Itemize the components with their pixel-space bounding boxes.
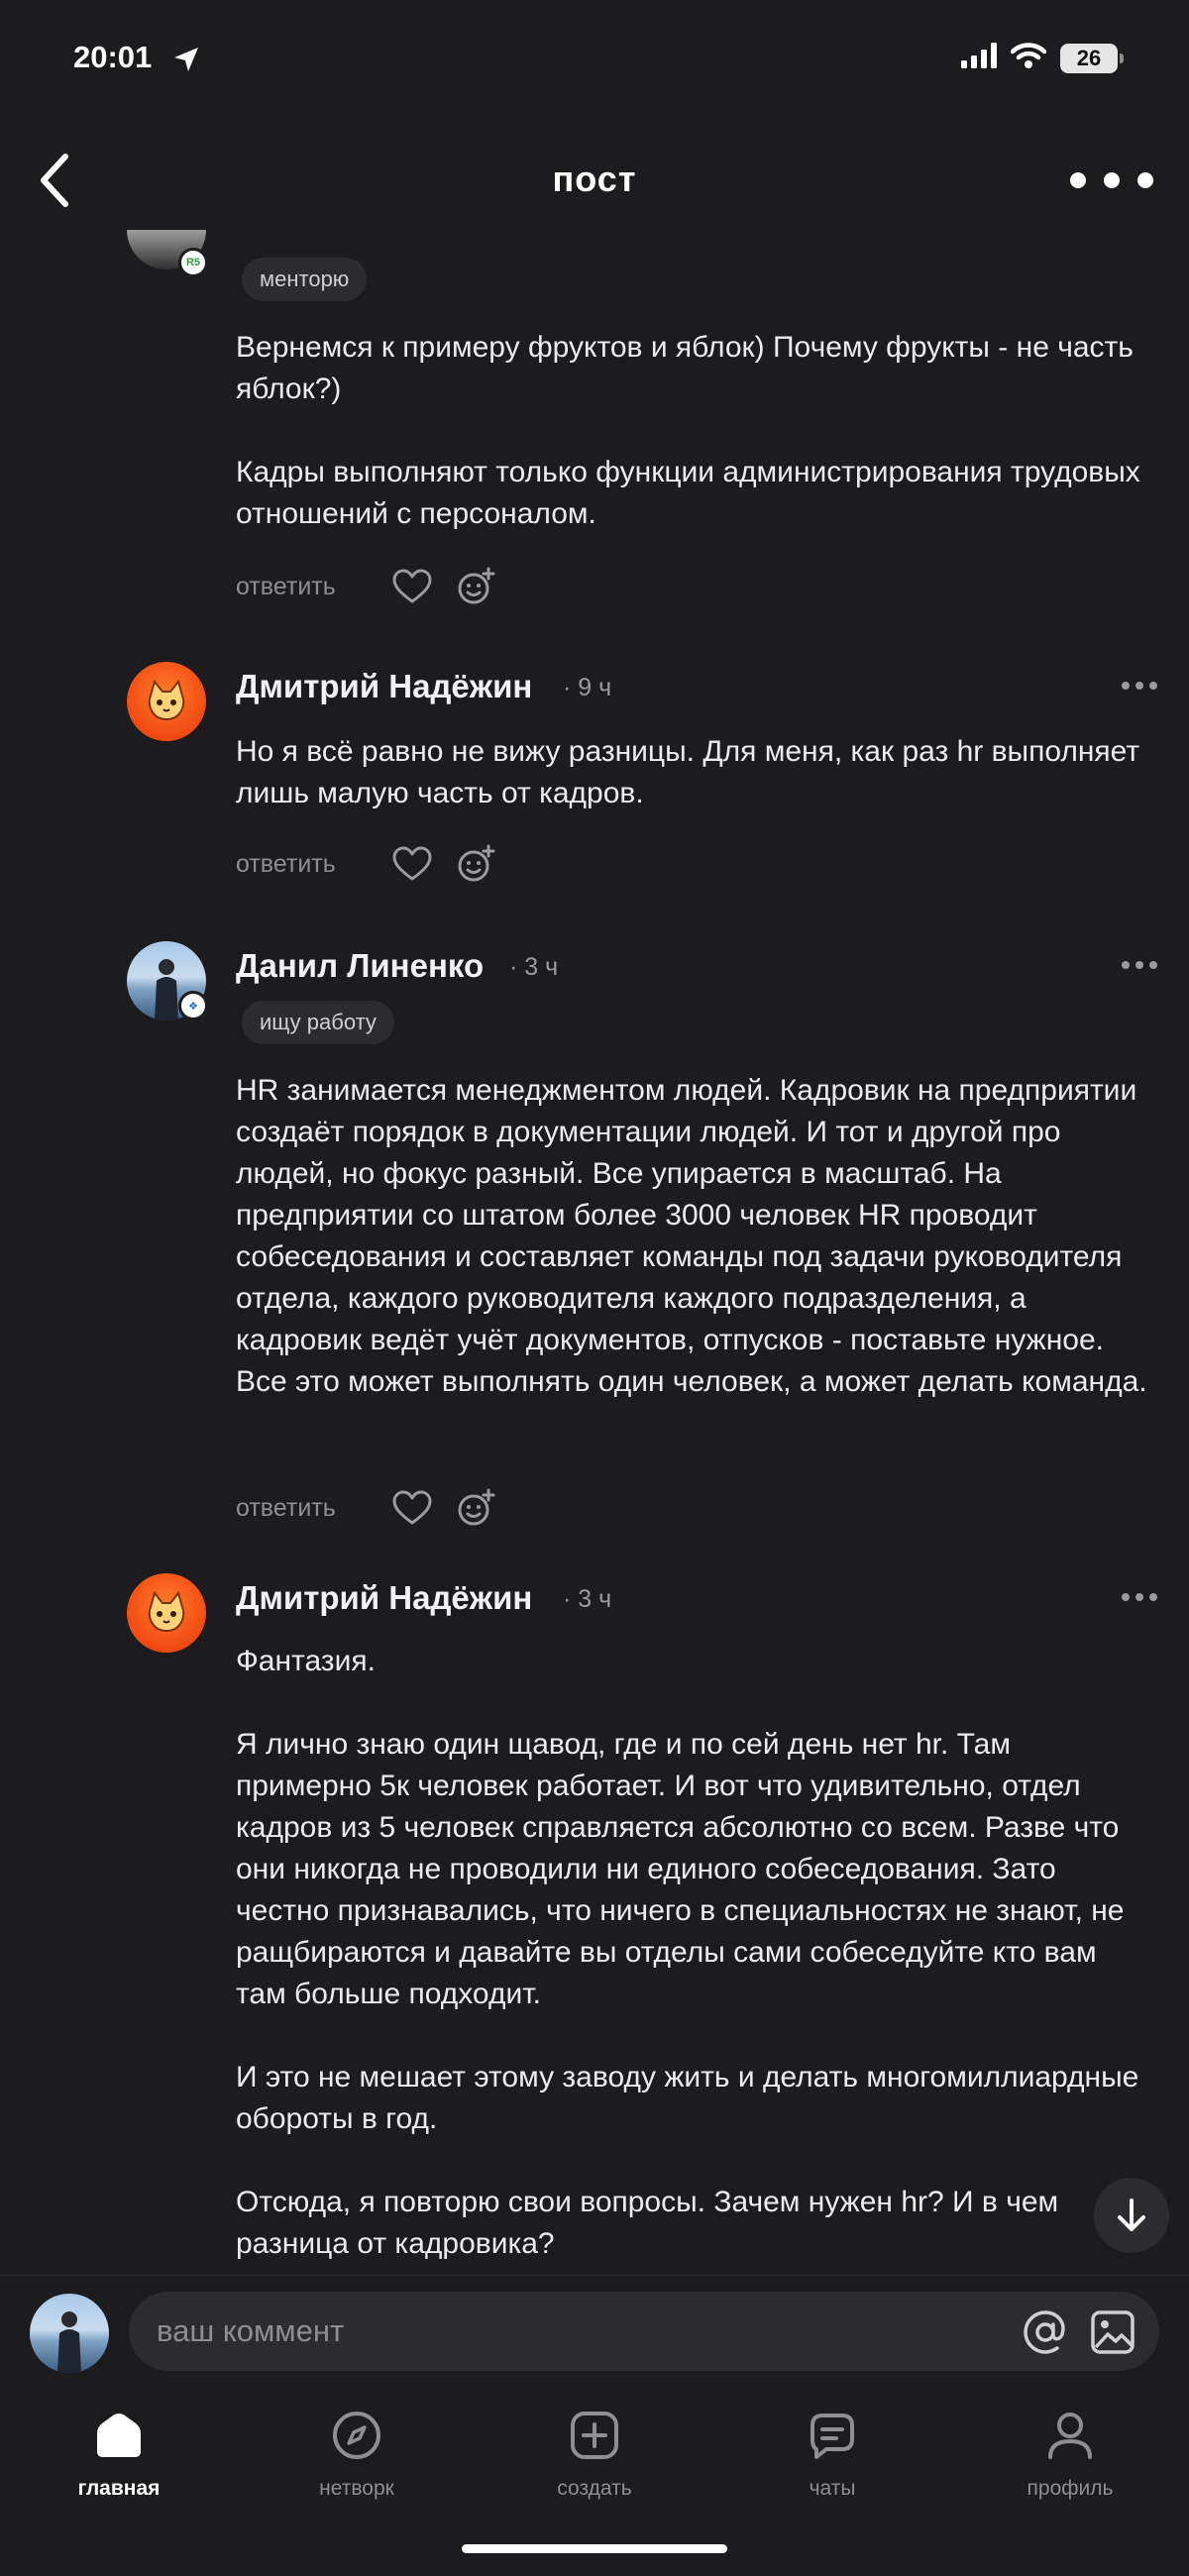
comment-text: Вернемся к примеру фруктов и яблок) Поче… bbox=[236, 331, 1142, 405]
comment-text: Но я всё равно не вижу разницы. Для меня… bbox=[236, 735, 1148, 809]
arrow-down-icon bbox=[1118, 2199, 1145, 2231]
company-badge-icon: R5 bbox=[178, 248, 208, 277]
comment-composer bbox=[0, 2275, 1189, 2384]
nav-item-chats[interactable]: чаты bbox=[733, 2408, 931, 2517]
heart-icon[interactable] bbox=[390, 842, 434, 886]
comment-more-button[interactable] bbox=[1122, 680, 1157, 692]
heart-icon[interactable] bbox=[390, 565, 434, 608]
add-reaction-icon[interactable] bbox=[454, 842, 497, 886]
avatar[interactable] bbox=[127, 662, 206, 741]
comments-feed[interactable]: R5 менторю Вернемся к примеру фруктов и … bbox=[0, 230, 1189, 2271]
compass-icon bbox=[329, 2408, 384, 2463]
user-status-tag: менторю bbox=[242, 258, 368, 301]
author-name[interactable]: Дмитрий Надёжин bbox=[236, 668, 532, 705]
comment-actions: ответить bbox=[236, 1488, 517, 1528]
location-arrow-icon bbox=[170, 44, 202, 75]
avatar[interactable] bbox=[127, 1573, 206, 1653]
comment-text: HR занимается менеджментом людей. Кадров… bbox=[236, 1074, 1147, 1398]
comment-time: · 9 ч bbox=[563, 674, 612, 701]
comment-time: · 3 ч bbox=[563, 1585, 612, 1613]
battery-level: 26 bbox=[1076, 45, 1102, 70]
nav-label: создать bbox=[557, 2477, 632, 2500]
comment-actions: ответить bbox=[236, 567, 517, 606]
page-title: пост bbox=[552, 159, 637, 199]
nav-item-network[interactable]: нетворк bbox=[258, 2408, 456, 2517]
nav-label: главная bbox=[77, 2477, 161, 2500]
reply-button[interactable]: ответить bbox=[236, 573, 390, 601]
heart-icon[interactable] bbox=[390, 1486, 434, 1530]
comment-input[interactable] bbox=[157, 2292, 1009, 2371]
nav-label: профиль bbox=[1027, 2477, 1114, 2500]
chat-icon bbox=[805, 2408, 860, 2463]
comment-field bbox=[129, 2292, 1159, 2371]
cellular-signal-icon bbox=[961, 43, 997, 73]
add-reaction-icon[interactable] bbox=[454, 1486, 497, 1530]
mention-icon[interactable] bbox=[1021, 2308, 1070, 2357]
image-attach-icon[interactable] bbox=[1088, 2308, 1137, 2357]
cat-avatar-icon bbox=[148, 1590, 185, 1633]
nav-item-profile[interactable]: профиль bbox=[971, 2408, 1169, 2517]
author-name[interactable]: Дмитрий Надёжин bbox=[236, 1579, 532, 1617]
wifi-icon bbox=[1010, 42, 1047, 74]
comment-actions: ответить bbox=[236, 844, 517, 884]
status-bar: 20:01 26 bbox=[0, 0, 1189, 119]
nav-label: чаты bbox=[809, 2477, 856, 2500]
post-header: пост bbox=[0, 139, 1189, 228]
bottom-navigation: главная нетворк создать чаты профиль bbox=[0, 2384, 1189, 2576]
comment-time: · 3 ч bbox=[509, 953, 559, 981]
comment-text: И это не мешает этому заводу жить и дела… bbox=[236, 2061, 1147, 2135]
status-indicators: 26 bbox=[961, 42, 1124, 74]
home-indicator[interactable] bbox=[462, 2544, 727, 2553]
more-options-button[interactable] bbox=[1070, 161, 1153, 200]
reply-button[interactable]: ответить bbox=[236, 1494, 390, 1523]
home-icon bbox=[91, 2408, 147, 2463]
battery-indicator: 26 bbox=[1060, 43, 1124, 73]
nav-label: нетворк bbox=[319, 2477, 394, 2500]
reply-button[interactable]: ответить bbox=[236, 850, 390, 879]
user-icon bbox=[1042, 2408, 1098, 2463]
add-reaction-icon[interactable] bbox=[454, 565, 497, 608]
cat-avatar-icon bbox=[148, 679, 185, 721]
comment-more-button[interactable] bbox=[1122, 959, 1157, 971]
user-status-tag: ищу работу bbox=[242, 1001, 394, 1044]
comment-text: Фантазия. bbox=[236, 1645, 376, 1677]
plus-square-icon bbox=[567, 2408, 622, 2463]
scroll-down-button[interactable] bbox=[1094, 2178, 1169, 2253]
comment-text: Я лично знаю один щавод, где и по сей де… bbox=[236, 1728, 1133, 2010]
author-name[interactable]: Данил Линенко bbox=[236, 947, 484, 985]
comment-more-button[interactable] bbox=[1122, 1591, 1157, 1603]
company-badge-icon: ❖ bbox=[178, 991, 208, 1020]
nav-item-home[interactable]: главная bbox=[20, 2408, 218, 2517]
my-avatar[interactable] bbox=[30, 2294, 109, 2373]
comment-text: Отсюда, я повторю свои вопросы. Зачем ну… bbox=[236, 2186, 1067, 2260]
nav-item-create[interactable]: создать bbox=[495, 2408, 694, 2517]
comment-text: Кадры выполняют только функции администр… bbox=[236, 456, 1149, 530]
status-time: 20:01 bbox=[73, 40, 153, 74]
